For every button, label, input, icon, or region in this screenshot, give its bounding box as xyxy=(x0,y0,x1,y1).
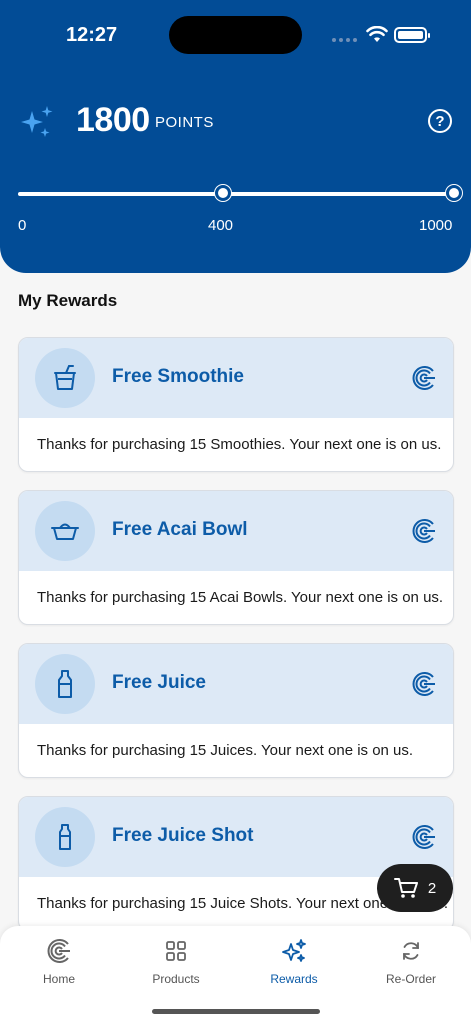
points-progress-track xyxy=(18,192,455,196)
reward-title: Free Juice xyxy=(112,672,206,693)
nav-products[interactable]: Products xyxy=(126,938,226,986)
wifi-icon xyxy=(366,26,388,42)
reward-card-juice-shot[interactable]: Free Juice Shot Thanks for purchasing 15… xyxy=(18,796,454,931)
reward-card-juice[interactable]: Free Juice Thanks for purchasing 15 Juic… xyxy=(18,643,454,778)
status-time: 12:27 xyxy=(66,24,118,46)
reward-card-smoothie[interactable]: Free Smoothie Thanks for purchasing 15 S… xyxy=(18,337,454,472)
refresh-icon xyxy=(403,942,419,960)
home-logo-icon xyxy=(47,939,70,963)
nav-rewards-label: Rewards xyxy=(270,972,318,986)
cup-icon xyxy=(35,348,95,408)
reward-title: Free Smoothie xyxy=(112,366,244,387)
nav-home[interactable]: Home xyxy=(9,938,109,986)
reward-description: Thanks for purchasing 15 Acai Bowls. You… xyxy=(37,589,444,606)
status-bar: 12:27 xyxy=(0,0,471,70)
battery-icon xyxy=(394,27,430,43)
bottle-icon xyxy=(35,654,95,714)
reward-card-header: Free Smoothie xyxy=(19,338,453,418)
reward-title: Free Juice Shot xyxy=(112,825,254,846)
grid-icon xyxy=(166,941,186,961)
cart-icon xyxy=(393,878,418,898)
reward-card-header: Free Juice xyxy=(19,644,453,724)
nav-products-label: Products xyxy=(152,972,200,986)
reward-card-header: Free Juice Shot xyxy=(19,797,453,877)
points-header: 12:27 1800 POINTS ? 0 400 1000 xyxy=(0,0,471,273)
brand-logo-icon xyxy=(412,825,435,849)
reward-card-header: Free Acai Bowl xyxy=(19,491,453,571)
cart-count: 2 xyxy=(427,879,437,897)
nav-rewards[interactable]: Rewards xyxy=(244,938,344,986)
reward-card-acai-bowl[interactable]: Free Acai Bowl Thanks for purchasing 15 … xyxy=(18,490,454,625)
sparkle-icon xyxy=(21,106,53,137)
nav-home-label: Home xyxy=(42,972,75,986)
progress-tick-label: 1000 xyxy=(419,217,453,234)
sparkle-icon xyxy=(282,939,306,962)
points-value: 1800 xyxy=(76,101,150,139)
nav-reorder-label: Re-Order xyxy=(385,972,436,986)
dynamic-island xyxy=(169,16,302,54)
reward-title: Free Acai Bowl xyxy=(112,519,248,540)
brand-logo-icon xyxy=(412,366,435,390)
section-title: My Rewards xyxy=(18,291,118,310)
milestone-400-marker xyxy=(215,185,231,201)
progress-tick-label: 400 xyxy=(208,217,234,234)
bowl-icon xyxy=(35,501,95,561)
reward-description: Thanks for purchasing 15 Juices. Your ne… xyxy=(37,742,414,759)
shot-icon xyxy=(35,807,95,867)
brand-logo-icon xyxy=(412,672,435,696)
progress-tick-label: 0 xyxy=(18,217,27,234)
brand-logo-icon xyxy=(412,519,435,543)
help-button[interactable]: ? xyxy=(428,109,452,133)
milestone-1000-marker xyxy=(446,185,462,201)
home-indicator xyxy=(152,1009,320,1014)
points-label: POINTS xyxy=(155,114,214,131)
nav-reorder[interactable]: Re-Order xyxy=(361,938,461,986)
reward-description: Thanks for purchasing 15 Smoothies. Your… xyxy=(37,436,442,453)
cart-button[interactable]: 2 xyxy=(377,864,453,912)
signal-icon xyxy=(332,38,357,42)
